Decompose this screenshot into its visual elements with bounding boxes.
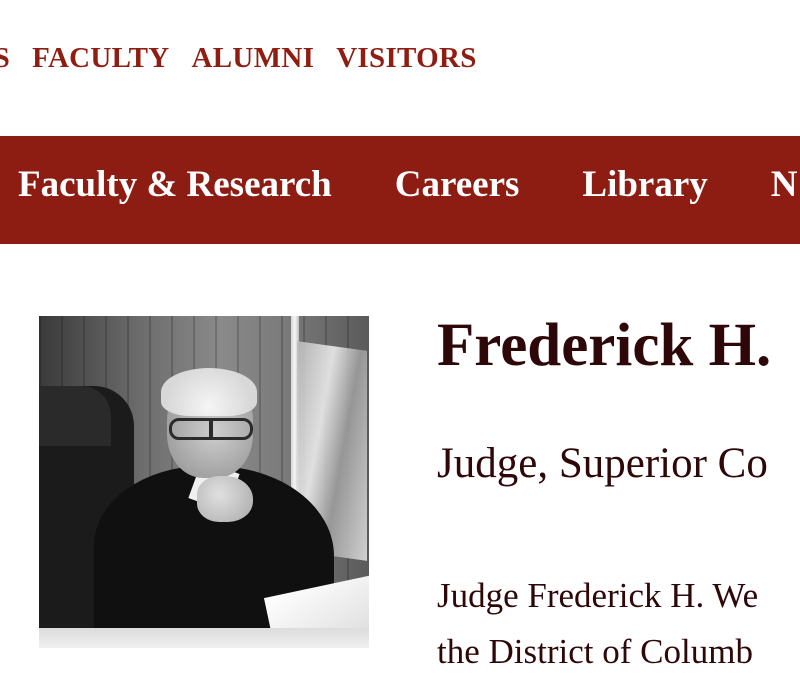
profile-content: Frederick H. Judge, Superior Co Judge Fr… [437,310,800,676]
utility-link-faculty[interactable]: FACULTY [32,42,169,75]
utility-link-students[interactable]: TS [0,42,10,75]
profile-name: Frederick H. [437,312,772,379]
profile-bio: Judge Frederick H. We the District of Co… [437,568,758,676]
main-nav-library[interactable]: Library [582,163,707,206]
main-nav-careers[interactable]: Careers [395,163,520,206]
utility-nav: TS FACULTY ALUMNI VISITORS [0,42,477,75]
main-nav-next-item[interactable]: N [771,163,798,206]
photo-glasses-bridge [209,418,213,440]
main-nav-bar: Faculty & Research Careers Library N [0,136,800,244]
profile-photo [39,316,369,648]
bio-line: Judge Frederick H. We [437,576,759,615]
photo-chair-top [39,386,111,446]
photo-desk [39,628,369,648]
main-nav-items: Faculty & Research Careers Library N [18,163,800,206]
profile-title: Judge, Superior Co [437,440,768,487]
main-nav-faculty-research[interactable]: Faculty & Research [18,163,332,206]
utility-link-visitors[interactable]: VISITORS [336,42,477,75]
bio-line: the District of Columb [437,632,753,671]
photo-hair [161,368,257,416]
photo-hand [197,476,253,522]
utility-link-alumni[interactable]: ALUMNI [192,42,315,75]
